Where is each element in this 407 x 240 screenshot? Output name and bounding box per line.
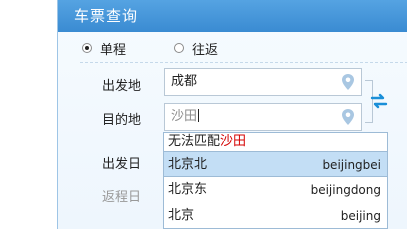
swap-arrows-icon[interactable] [370, 92, 388, 110]
to-input-value: 沙田 [171, 109, 198, 124]
one-way-label: 单程 [100, 42, 127, 58]
one-way-radio[interactable] [82, 43, 92, 53]
suggestion-item[interactable]: 北京 beijing [164, 203, 387, 229]
suggestion-item[interactable]: 北京北 beijingbei [164, 151, 387, 177]
no-match-message: 无法匹配沙田 [164, 133, 387, 151]
suggestion-name: 北京 [168, 208, 195, 223]
page: 车票查询 单程 往返 出发地 成都 目的地 沙田 出发日 返程日 无法匹配沙田 … [0, 0, 407, 229]
text-caret [198, 109, 200, 122]
ticket-query-panel: 车票查询 单程 往返 出发地 成都 目的地 沙田 出发日 返程日 无法匹配沙田 … [57, 0, 407, 229]
round-trip-option[interactable]: 往返 [174, 39, 218, 58]
to-label: 目的地 [102, 113, 142, 128]
trip-type-group: 单程 往返 [82, 36, 266, 60]
return-label: 返程日 [102, 190, 142, 205]
divider [80, 62, 407, 63]
panel-title: 车票查询 [58, 0, 407, 32]
location-pin-icon[interactable] [341, 73, 355, 91]
location-pin-icon[interactable] [341, 108, 355, 126]
no-match-prefix: 无法匹配 [168, 134, 221, 149]
depart-label: 出发日 [102, 157, 142, 172]
from-label: 出发地 [102, 79, 142, 94]
suggestion-name: 北京东 [168, 182, 208, 197]
no-match-query: 沙田 [220, 134, 247, 149]
from-input-value: 成都 [171, 74, 198, 89]
suggestion-pinyin: beijing [340, 209, 381, 223]
round-trip-label: 往返 [192, 42, 219, 58]
one-way-option[interactable]: 单程 [82, 39, 126, 58]
suggestion-name: 北京北 [168, 157, 208, 172]
suggestion-pinyin: beijingbei [322, 158, 381, 172]
suggestion-pinyin: beijingdong [310, 183, 381, 197]
to-input[interactable]: 沙田 [164, 103, 362, 131]
from-input[interactable]: 成都 [164, 68, 362, 96]
station-suggestions: 无法匹配沙田 北京北 beijingbei 北京东 beijingdong 北京… [163, 132, 388, 229]
round-trip-radio[interactable] [174, 43, 185, 53]
suggestion-item[interactable]: 北京东 beijingdong [164, 177, 387, 203]
